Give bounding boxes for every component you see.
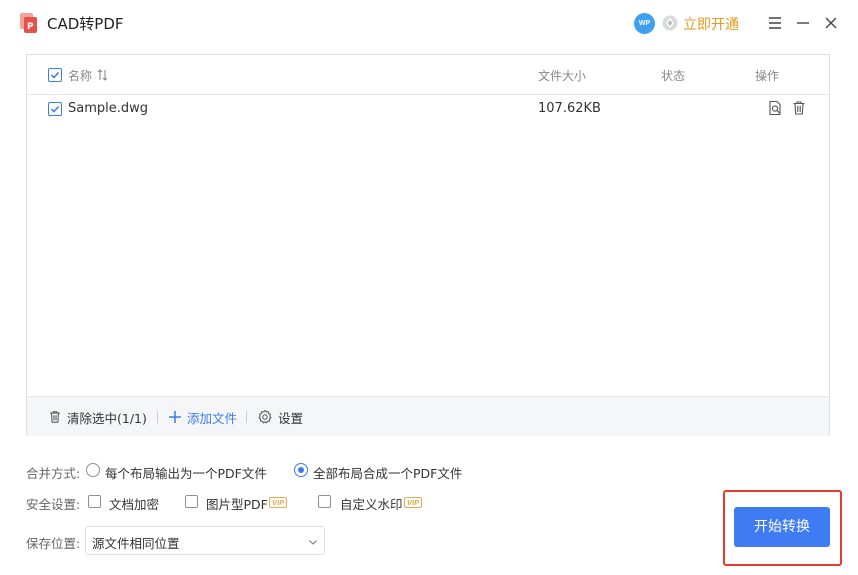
user-avatar[interactable]: WP bbox=[634, 13, 655, 34]
settings-label: 设置 bbox=[278, 410, 304, 426]
column-size: 文件大小 bbox=[538, 69, 587, 83]
vip-diamond-icon bbox=[662, 15, 678, 31]
activate-vip-link[interactable]: 立即开通 bbox=[683, 14, 739, 34]
app-title: CAD转PDF bbox=[47, 15, 124, 33]
image-pdf-checkbox[interactable] bbox=[185, 495, 198, 508]
file-size: 107.62KB bbox=[538, 101, 601, 116]
merge-all-radio[interactable] bbox=[294, 463, 308, 477]
add-file-label: 添加文件 bbox=[187, 410, 238, 426]
table-row[interactable]: Sample.dwg 107.62KB bbox=[27, 95, 829, 123]
column-status: 状态 bbox=[661, 69, 686, 83]
svg-text:P: P bbox=[27, 22, 34, 32]
merge-all-label[interactable]: 全部布局合成一个PDF文件 bbox=[313, 463, 462, 482]
select-all-checkbox[interactable] bbox=[48, 68, 62, 82]
chevron-down-icon bbox=[308, 536, 318, 551]
close-button[interactable] bbox=[820, 12, 842, 34]
settings-button[interactable]: 设置 bbox=[257, 407, 303, 427]
vip-badge: VIP bbox=[269, 497, 288, 508]
add-file-button[interactable]: 添加文件 bbox=[168, 407, 237, 427]
column-actions: 操作 bbox=[755, 69, 780, 83]
merge-each-label[interactable]: 每个布局输出为一个PDF文件 bbox=[105, 463, 267, 482]
divider bbox=[246, 411, 247, 423]
sort-icon[interactable] bbox=[97, 68, 109, 86]
preview-file-icon[interactable] bbox=[767, 100, 783, 116]
trash-icon bbox=[50, 411, 60, 423]
save-location-value: 源文件相同位置 bbox=[92, 536, 180, 551]
encrypt-label[interactable]: 文档加密 bbox=[109, 494, 159, 513]
clear-selected-label: 清除选中(1/1) bbox=[67, 410, 147, 426]
image-pdf-label[interactable]: 图片型PDF bbox=[206, 494, 268, 513]
watermark-label[interactable]: 自定义水印 bbox=[340, 494, 403, 513]
menu-icon bbox=[769, 17, 781, 29]
file-name: Sample.dwg bbox=[68, 101, 149, 116]
menu-button[interactable] bbox=[764, 12, 786, 34]
minimize-button[interactable] bbox=[792, 12, 814, 34]
title-bar: P CAD转PDF WP 立即开通 bbox=[0, 0, 858, 46]
encrypt-checkbox[interactable] bbox=[88, 495, 101, 508]
delete-file-icon[interactable] bbox=[791, 100, 807, 116]
vip-badge: VIP bbox=[404, 497, 423, 508]
divider bbox=[157, 411, 158, 423]
clear-selected-button[interactable]: 清除选中(1/1) bbox=[48, 407, 147, 427]
plus-icon bbox=[169, 411, 181, 423]
checkmark-icon bbox=[50, 105, 60, 113]
start-convert-button[interactable]: 开始转换 bbox=[734, 507, 830, 547]
column-name: 名称 bbox=[68, 69, 93, 83]
save-location-select[interactable]: 源文件相同位置 bbox=[85, 526, 325, 555]
file-list-toolbar: 清除选中(1/1) 添加文件 设置 bbox=[27, 396, 829, 436]
minimize-icon bbox=[797, 22, 809, 24]
file-list-panel: 名称 文件大小 状态 操作 Sample.dwg 107.62KB 清除选中(1… bbox=[26, 54, 830, 436]
gear-icon bbox=[258, 409, 272, 424]
watermark-checkbox[interactable] bbox=[318, 495, 331, 508]
security-label: 安全设置: bbox=[26, 497, 81, 512]
merge-mode-label: 合并方式: bbox=[26, 466, 81, 481]
app-logo-icon: P bbox=[18, 12, 40, 34]
table-header: 名称 文件大小 状态 操作 bbox=[27, 55, 829, 95]
merge-each-radio[interactable] bbox=[86, 463, 100, 477]
checkmark-icon bbox=[50, 71, 60, 79]
row-checkbox[interactable] bbox=[48, 102, 62, 116]
save-location-label: 保存位置: bbox=[26, 536, 81, 551]
close-icon bbox=[825, 17, 837, 29]
